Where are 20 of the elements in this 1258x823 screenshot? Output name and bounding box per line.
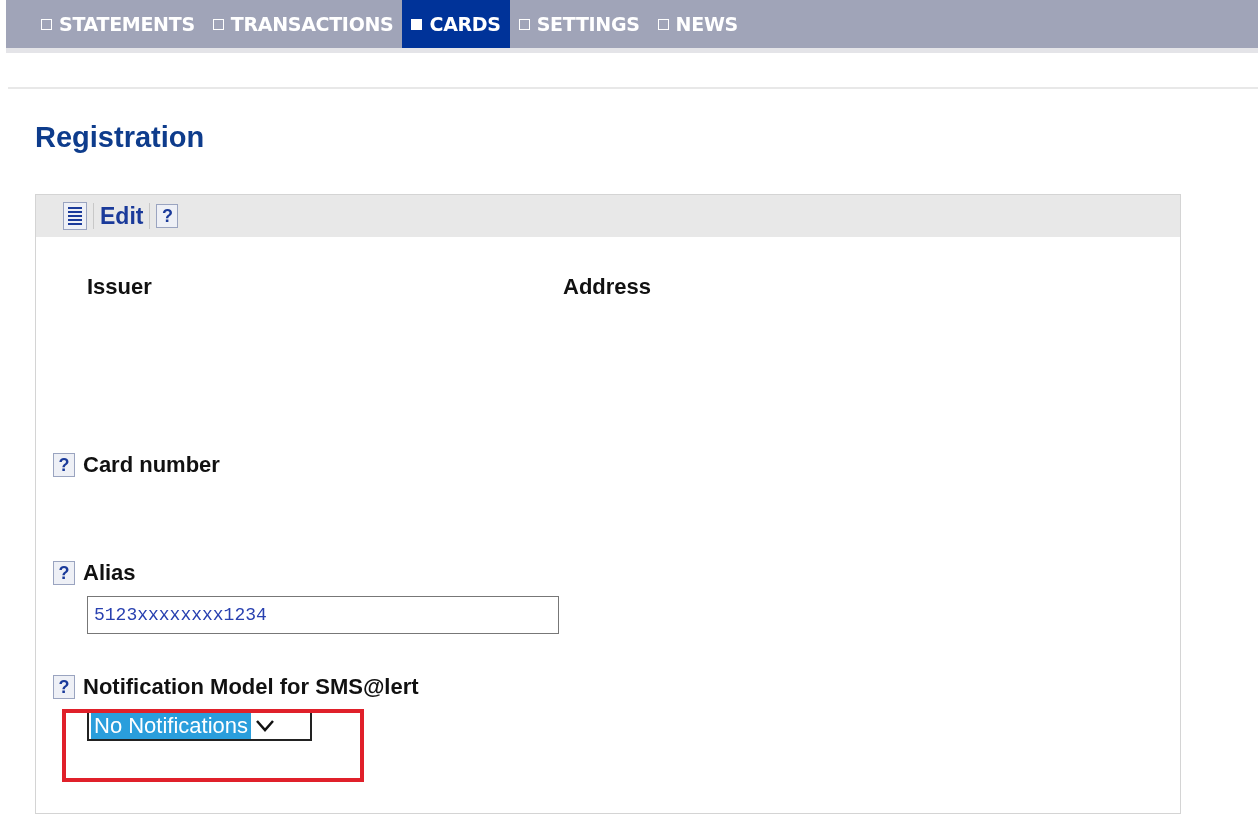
nav-tab[interactable]: CARDS (402, 0, 510, 48)
field-label: Notification Model for SMS@lert (83, 674, 419, 700)
alias-field[interactable]: 5123xxxxxxxx1234 (87, 596, 559, 634)
square-icon (657, 18, 669, 30)
list-icon[interactable] (63, 202, 87, 230)
square-icon (518, 18, 530, 30)
help-button[interactable]: ? (156, 204, 179, 228)
help-button[interactable]: ? (53, 675, 75, 699)
square-icon (212, 18, 224, 30)
column-label: Address (563, 274, 652, 299)
edit-link[interactable]: Edit (100, 202, 144, 230)
help-button[interactable]: ? (53, 453, 75, 477)
square-icon (41, 18, 52, 30)
column-label: Issuer (87, 274, 152, 299)
page-title: Registration (35, 121, 205, 154)
help-button[interactable]: ? (53, 561, 75, 585)
field-label: Alias (83, 560, 136, 586)
field-label: Card number (83, 452, 220, 478)
square-icon (411, 18, 423, 30)
chevron-icon (255, 718, 276, 733)
